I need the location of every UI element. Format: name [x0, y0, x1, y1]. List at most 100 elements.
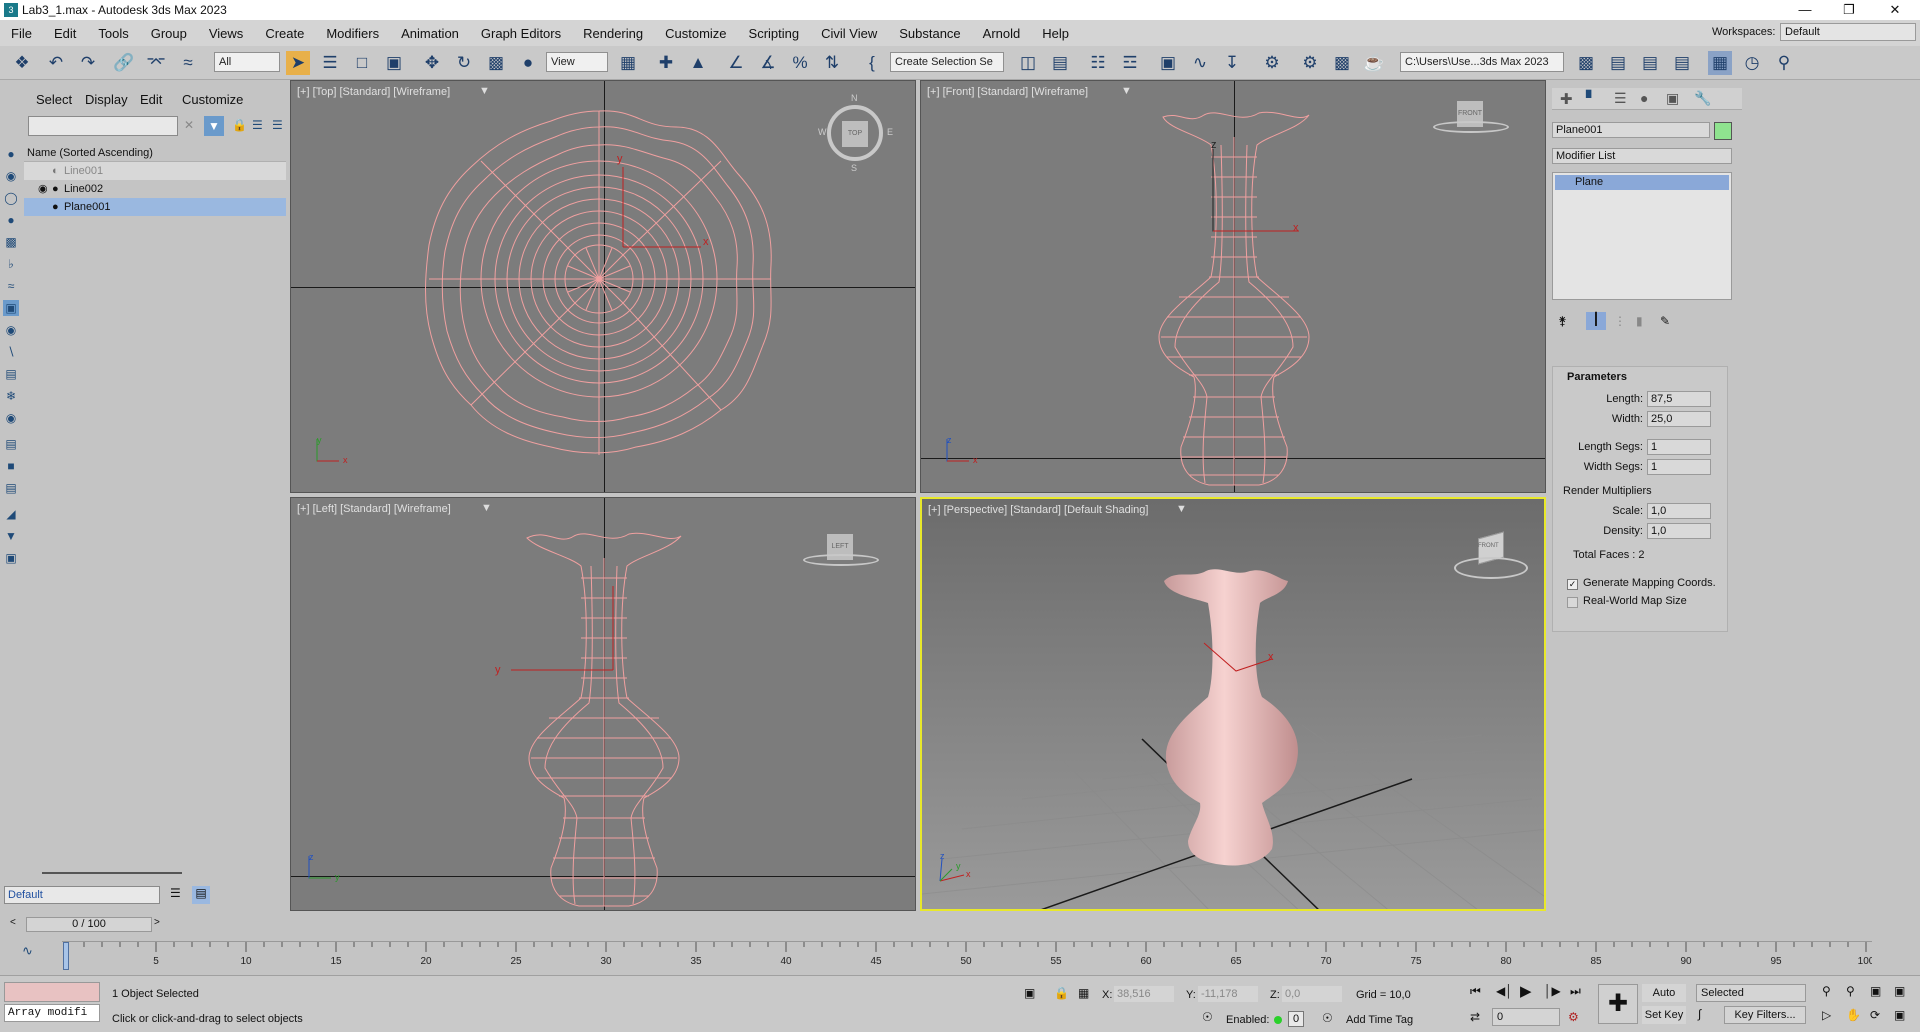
pivot-icon[interactable]: ▦ [616, 51, 640, 75]
display-groups-icon[interactable]: ▣ [3, 300, 19, 316]
time-cursor[interactable] [63, 942, 69, 970]
schematic-view-icon[interactable]: ⚙ [1260, 51, 1284, 75]
default-tangents-icon[interactable]: ∫ [1698, 1007, 1701, 1021]
zoom-all-icon[interactable]: ⚲ [1846, 984, 1855, 998]
pin-stack-icon[interactable]: ⚵ [1558, 314, 1567, 328]
scene-row[interactable]: ◉ ● Line002 [24, 180, 286, 198]
close-button[interactable]: ✕ [1872, 0, 1918, 20]
key-selection-dropdown[interactable]: Selected [1696, 984, 1806, 1002]
rollout-title[interactable]: Parameters [1567, 371, 1627, 383]
auto-key-button[interactable]: Auto Key [1642, 984, 1686, 1017]
stack-item-plane[interactable]: Plane [1555, 175, 1729, 190]
project-folder-icon[interactable]: ▩ [1574, 51, 1598, 75]
rotate-icon[interactable]: ↻ [452, 51, 476, 75]
viewport-filter-icon[interactable]: ▼ [479, 85, 490, 97]
set-key-big-icon[interactable]: ✚ [1598, 984, 1638, 1024]
density-spinner[interactable]: 1,0 [1647, 523, 1711, 539]
display-children-icon[interactable]: ▤ [3, 436, 19, 452]
menu-arnold[interactable]: Arnold [983, 26, 1021, 41]
display-cameras-icon[interactable]: ▩ [3, 234, 19, 250]
add-time-tag[interactable]: Add Time Tag [1346, 1014, 1413, 1026]
select-object-icon[interactable]: ➤ [286, 51, 310, 75]
layers-icon[interactable]: ☰ [170, 886, 181, 900]
scene-scrollbar[interactable] [42, 872, 182, 874]
isolate-icon[interactable]: ▣ [1024, 986, 1035, 1000]
y-coord-field[interactable]: -11,178 [1198, 986, 1258, 1002]
key-filters-button[interactable]: Key Filters... [1724, 1006, 1806, 1024]
frame-counter-icon[interactable]: ◷ [1740, 51, 1764, 75]
configure-sets-icon[interactable]: ✎ [1660, 314, 1670, 328]
menu-edit[interactable]: Edit [54, 26, 76, 41]
curve-editor-icon[interactable]: ∿ [1188, 51, 1212, 75]
remove-modifier-icon[interactable]: ▮ [1636, 314, 1643, 328]
viewport-filter-icon[interactable]: ▼ [1121, 85, 1132, 97]
toggle-scene-explorer-icon[interactable]: ☲ [1118, 51, 1142, 75]
viewport-filter-icon[interactable]: ▼ [481, 502, 492, 514]
workspaces-dropdown[interactable]: Default [1780, 23, 1916, 41]
rendered-frame-icon[interactable]: ▩ [1330, 51, 1354, 75]
make-unique-icon[interactable]: ⋮ [1614, 314, 1626, 328]
real-world-label[interactable]: Real-World Map Size [1583, 595, 1687, 607]
display-xrefs-icon[interactable]: ◉ [3, 322, 19, 338]
ref-coord-dropdown[interactable]: View [546, 52, 608, 72]
select-by-name-icon[interactable]: ☰ [318, 51, 342, 75]
play-icon[interactable]: ▶ [1520, 982, 1532, 1000]
menu-file[interactable]: File [11, 26, 32, 41]
hierarchy-alt-icon[interactable]: ☰ [272, 118, 283, 132]
edit-named-sel-icon[interactable]: { [860, 51, 884, 75]
viewcube-ring[interactable] [1433, 121, 1509, 133]
menu-group[interactable]: Group [151, 26, 187, 41]
project-path-dropdown[interactable]: C:\Users\Use...3ds Max 2023 [1400, 52, 1564, 72]
track-bar[interactable]: 0510152025303540455055606570758085909510… [62, 941, 1872, 973]
display-shapes-icon[interactable]: ◯ [3, 190, 19, 206]
time-tag-icon[interactable]: ☉ [1322, 1011, 1333, 1025]
menu-views[interactable]: Views [209, 26, 243, 41]
scale-icon[interactable]: ▩ [484, 51, 508, 75]
zoom-extents-icon[interactable]: ▣ [1870, 984, 1881, 998]
object-name-field[interactable]: Plane001 [1552, 122, 1710, 138]
lock-icon[interactable]: 🔒 [232, 118, 247, 132]
real-world-checkbox[interactable] [1567, 597, 1578, 608]
filter-select-icon[interactable]: ▣ [3, 550, 19, 566]
mirror-icon[interactable]: ◫ [1016, 51, 1040, 75]
gen-mapping-label[interactable]: Generate Mapping Coords. [1583, 577, 1716, 589]
display-geometry-icon[interactable]: ◉ [3, 168, 19, 184]
menu-tools[interactable]: Tools [98, 26, 128, 41]
field-of-view-icon[interactable]: ▷ [1822, 1008, 1831, 1022]
pan-icon[interactable]: ✋ [1846, 1008, 1861, 1022]
viewport-layout-icon[interactable]: ▦ [1708, 51, 1732, 75]
length-spinner[interactable]: 87,5 [1647, 391, 1711, 407]
display-hidden-icon[interactable]: ◉ [3, 410, 19, 426]
minimize-button[interactable]: — [1782, 0, 1828, 20]
scene-row[interactable]: ◐ Line001 [24, 162, 286, 180]
width-spinner[interactable]: 25,0 [1647, 411, 1711, 427]
container-icon[interactable]: ▤ [1606, 51, 1630, 75]
key-mode-icon[interactable]: ⇄ [1470, 1010, 1480, 1024]
hierarchy-tab-icon[interactable]: ☰ [1614, 90, 1627, 107]
z-coord-field[interactable]: 0,0 [1282, 986, 1342, 1002]
curve-editor-mini-icon[interactable]: ∿ [22, 943, 33, 959]
filter-icon[interactable]: ◢ [3, 506, 19, 522]
menu-scripting[interactable]: Scripting [749, 26, 800, 41]
menu-rendering[interactable]: Rendering [583, 26, 643, 41]
layer-explorer-icon[interactable]: ☷ [1086, 51, 1110, 75]
viewport-front[interactable]: [+] [Front] [Standard] [Wireframe] ▼ x z… [920, 80, 1546, 493]
bind-spacewarp-icon[interactable]: ≈ [176, 51, 200, 75]
menu-graph-editors[interactable]: Graph Editors [481, 26, 561, 41]
width-segs-spinner[interactable]: 1 [1647, 459, 1711, 475]
viewcube-top[interactable]: TOP [842, 121, 868, 147]
tab-edit[interactable]: Edit [140, 92, 162, 107]
clear-search-icon[interactable]: ✕ [184, 118, 194, 132]
prev-frame-button[interactable]: < [10, 917, 16, 928]
selection-lock-icon[interactable]: 🔒 [1054, 986, 1069, 1000]
display-containers-icon[interactable]: ▤ [3, 366, 19, 382]
object-color-swatch[interactable] [1714, 122, 1732, 140]
x-coord-field[interactable]: 38,516 [1114, 986, 1174, 1002]
zoom-icon[interactable]: ⚲ [1822, 984, 1831, 998]
render-production-icon[interactable]: ☕ [1362, 51, 1386, 75]
motion-tab-icon[interactable]: ● [1640, 90, 1648, 106]
scene-row[interactable]: ● Plane001 [24, 198, 286, 216]
viewport-label[interactable]: [+] [Left] [Standard] [Wireframe] [297, 503, 451, 515]
display-bones-icon[interactable]: ∖ [3, 344, 19, 360]
menu-civil-view[interactable]: Civil View [821, 26, 877, 41]
